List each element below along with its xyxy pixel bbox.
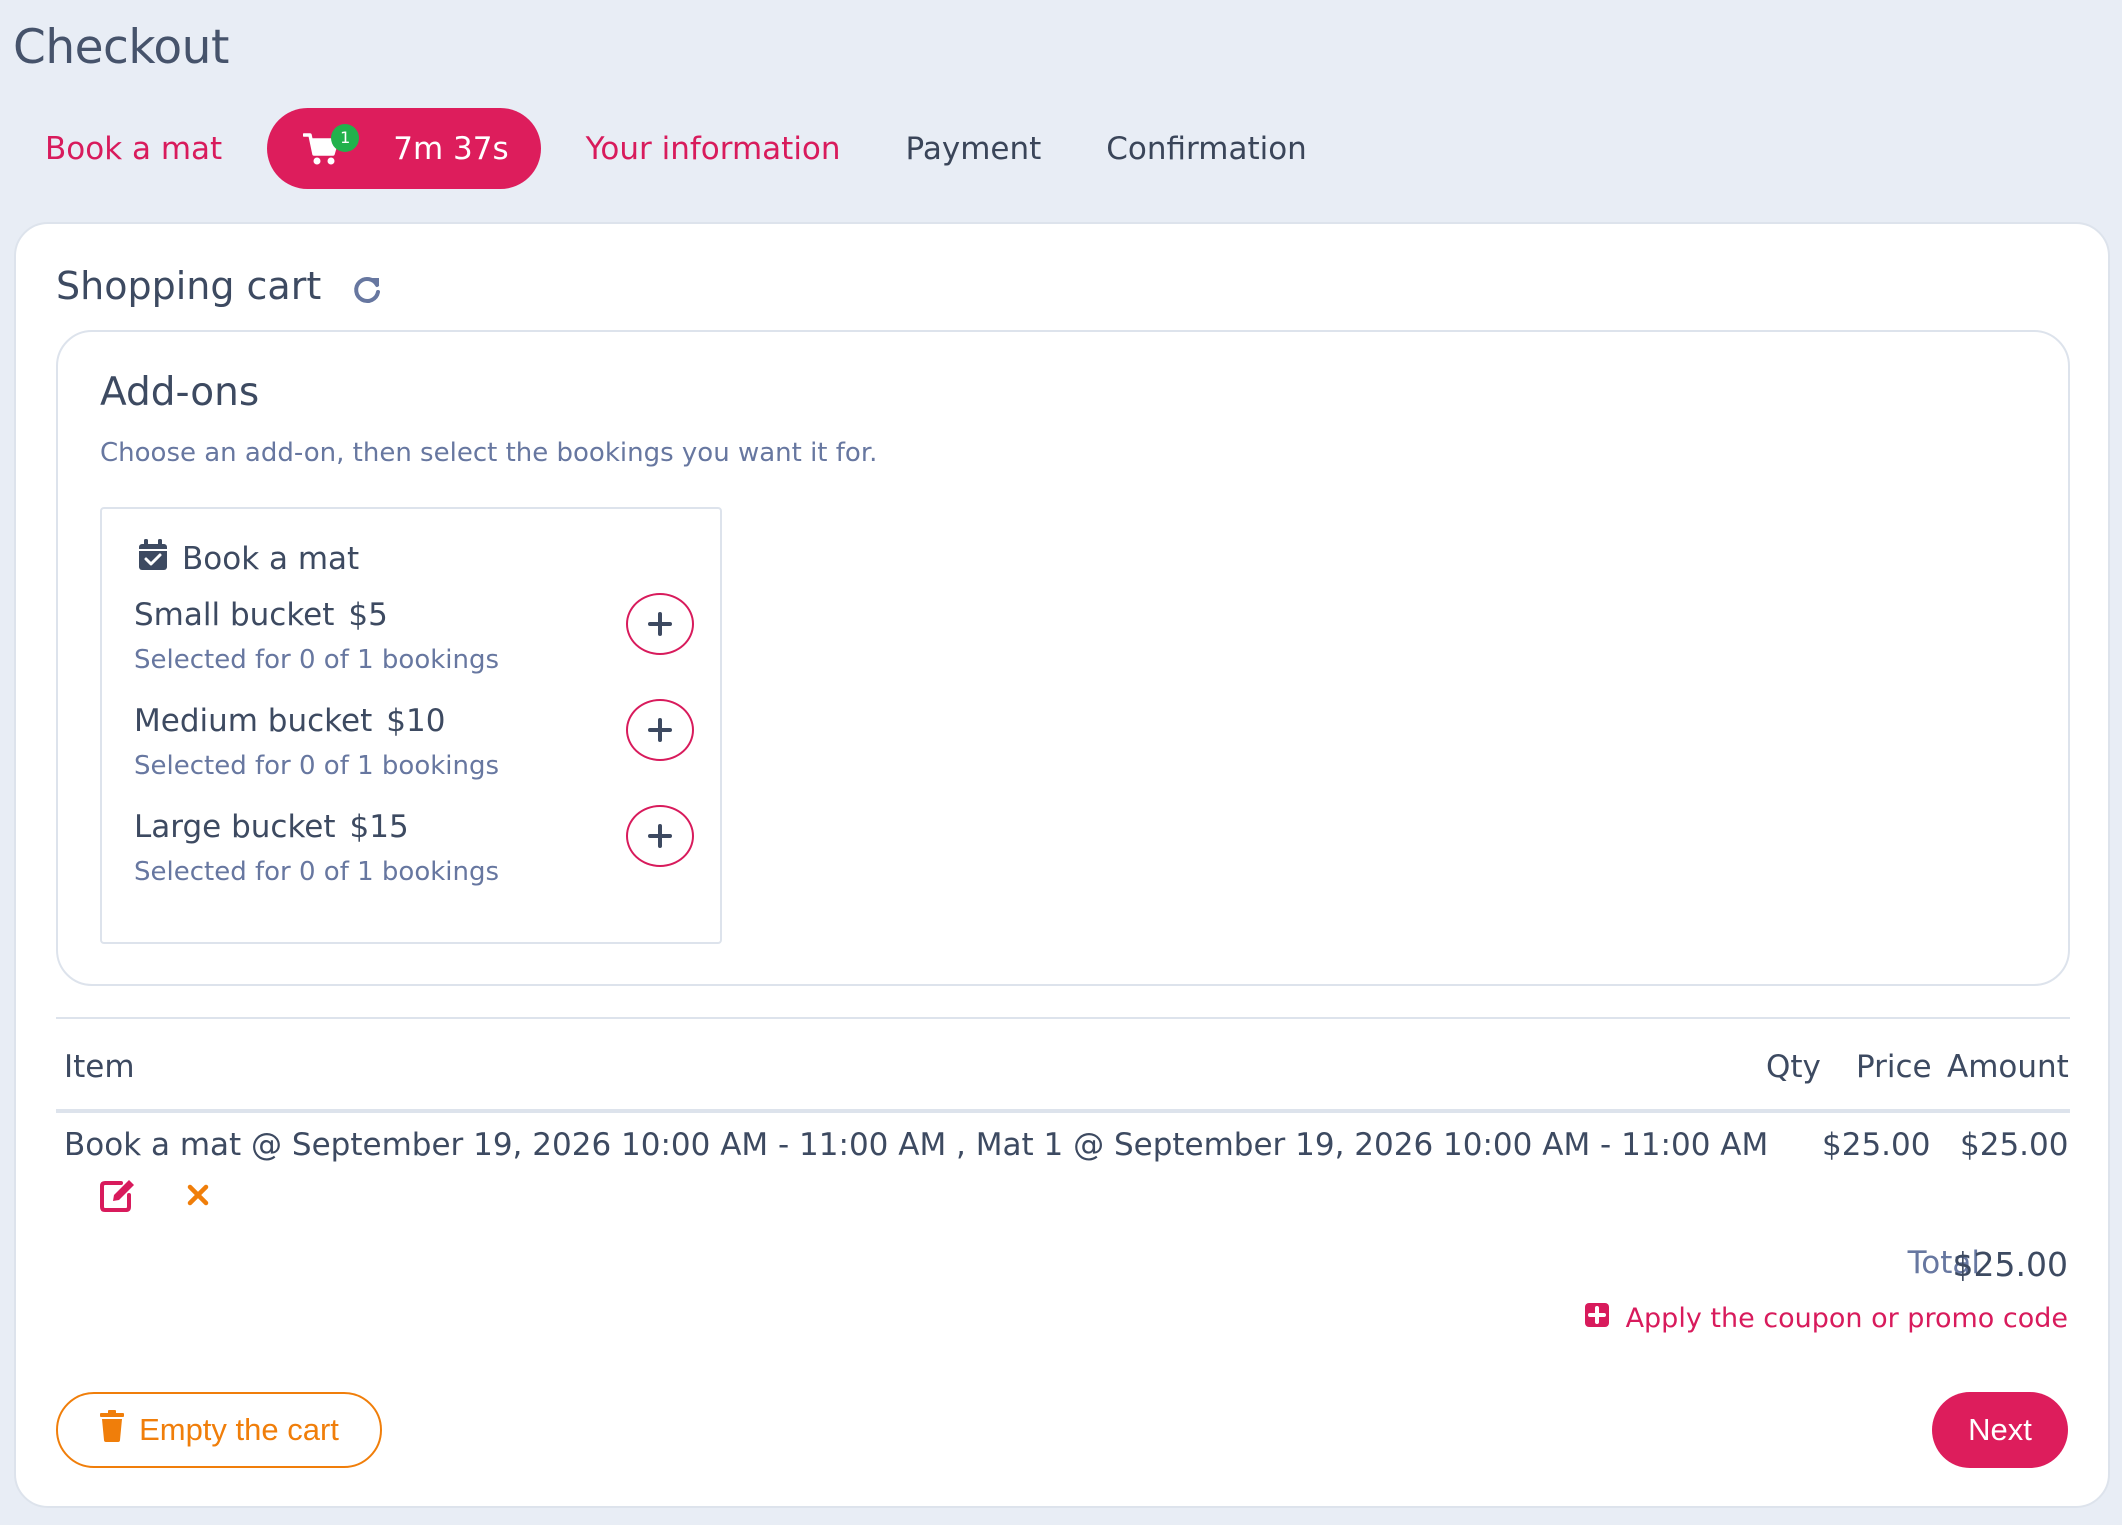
plus-icon: [648, 824, 672, 848]
step-your-information[interactable]: Your information: [541, 131, 886, 167]
empty-cart-label: Empty the cart: [139, 1412, 339, 1447]
addon-name: Large bucket: [134, 809, 336, 845]
addon-group-label: Book a mat: [182, 541, 360, 577]
column-header-qty: Qty: [1766, 1049, 1821, 1085]
addons-panel: Add-ons Choose an add-on, then select th…: [56, 330, 2070, 986]
addon-selected-count: Selected for 0 of 1 bookings: [134, 751, 500, 781]
add-small-bucket-button[interactable]: [626, 593, 694, 655]
checkout-steps: Book a mat 1 7m 37s Your information Pay…: [0, 108, 1352, 189]
trash-icon: [99, 1410, 125, 1450]
addons-title: Add-ons: [100, 370, 260, 415]
add-medium-bucket-button[interactable]: [626, 699, 694, 761]
column-header-item: Item: [64, 1049, 135, 1085]
addon-selected-count: Selected for 0 of 1 bookings: [134, 645, 500, 675]
addon-group: Book a mat Small bucket $5 Selected for 0…: [100, 507, 722, 944]
shopping-cart-card: Shopping cart Add-ons Choose an add-on, …: [14, 222, 2110, 1508]
shopping-cart-title: Shopping cart: [56, 264, 322, 308]
addon-price: $5: [348, 597, 388, 633]
addons-subtitle: Choose an add-on, then select the bookin…: [100, 438, 878, 468]
cart-timer: 7m 37s: [393, 130, 509, 167]
addon-name: Medium bucket: [134, 703, 373, 739]
cart-count-badge: 1: [331, 123, 360, 152]
cart-item-amount: $25.00: [1960, 1127, 2069, 1163]
step-book-a-mat[interactable]: Book a mat: [0, 131, 267, 167]
calendar-check-icon: [138, 539, 168, 579]
shopping-cart-heading: Shopping cart: [56, 264, 383, 308]
cart-item-price: $25.00: [1822, 1127, 1931, 1163]
addon-name: Small bucket: [134, 597, 335, 633]
addon-item-large-bucket: Large bucket $15 Selected for 0 of 1 book…: [134, 805, 694, 899]
refresh-icon[interactable]: [351, 270, 383, 303]
divider: [56, 1109, 2070, 1113]
plus-square-icon: [1584, 1302, 1610, 1335]
page-title: Checkout: [13, 20, 229, 75]
total-value: $25.00: [1952, 1245, 2068, 1284]
addon-price: $15: [349, 809, 409, 845]
step-payment: Payment: [905, 130, 1042, 167]
addon-price: $10: [386, 703, 446, 739]
apply-coupon-link[interactable]: Apply the coupon or promo code: [1584, 1302, 2068, 1335]
plus-icon: [648, 718, 672, 742]
addon-item-small-bucket: Small bucket $5 Selected for 0 of 1 booki…: [134, 593, 694, 687]
cart-item-description: Book a mat @ September 19, 2026 10:00 AM…: [64, 1127, 1769, 1163]
row-actions: [98, 1175, 218, 1215]
apply-coupon-label: Apply the coupon or promo code: [1625, 1303, 2068, 1334]
column-header-price: Price: [1856, 1049, 1932, 1085]
cart-timer-pill[interactable]: 1 7m 37s: [267, 108, 541, 189]
addon-selected-count: Selected for 0 of 1 bookings: [134, 857, 500, 887]
plus-icon: [648, 612, 672, 636]
addon-group-header: Book a mat: [138, 539, 359, 579]
addon-item-medium-bucket: Medium bucket $10 Selected for 0 of 1 boo…: [134, 699, 694, 793]
next-button[interactable]: Next: [1932, 1392, 2068, 1468]
add-large-bucket-button[interactable]: [626, 805, 694, 867]
column-header-amount: Amount: [1947, 1049, 2069, 1085]
empty-cart-button[interactable]: Empty the cart: [56, 1392, 382, 1468]
divider: [56, 1017, 2070, 1019]
step-confirmation: Confirmation: [1106, 130, 1307, 167]
remove-icon[interactable]: [178, 1175, 218, 1215]
edit-icon[interactable]: [98, 1175, 138, 1215]
cart-icon: 1: [302, 123, 360, 166]
